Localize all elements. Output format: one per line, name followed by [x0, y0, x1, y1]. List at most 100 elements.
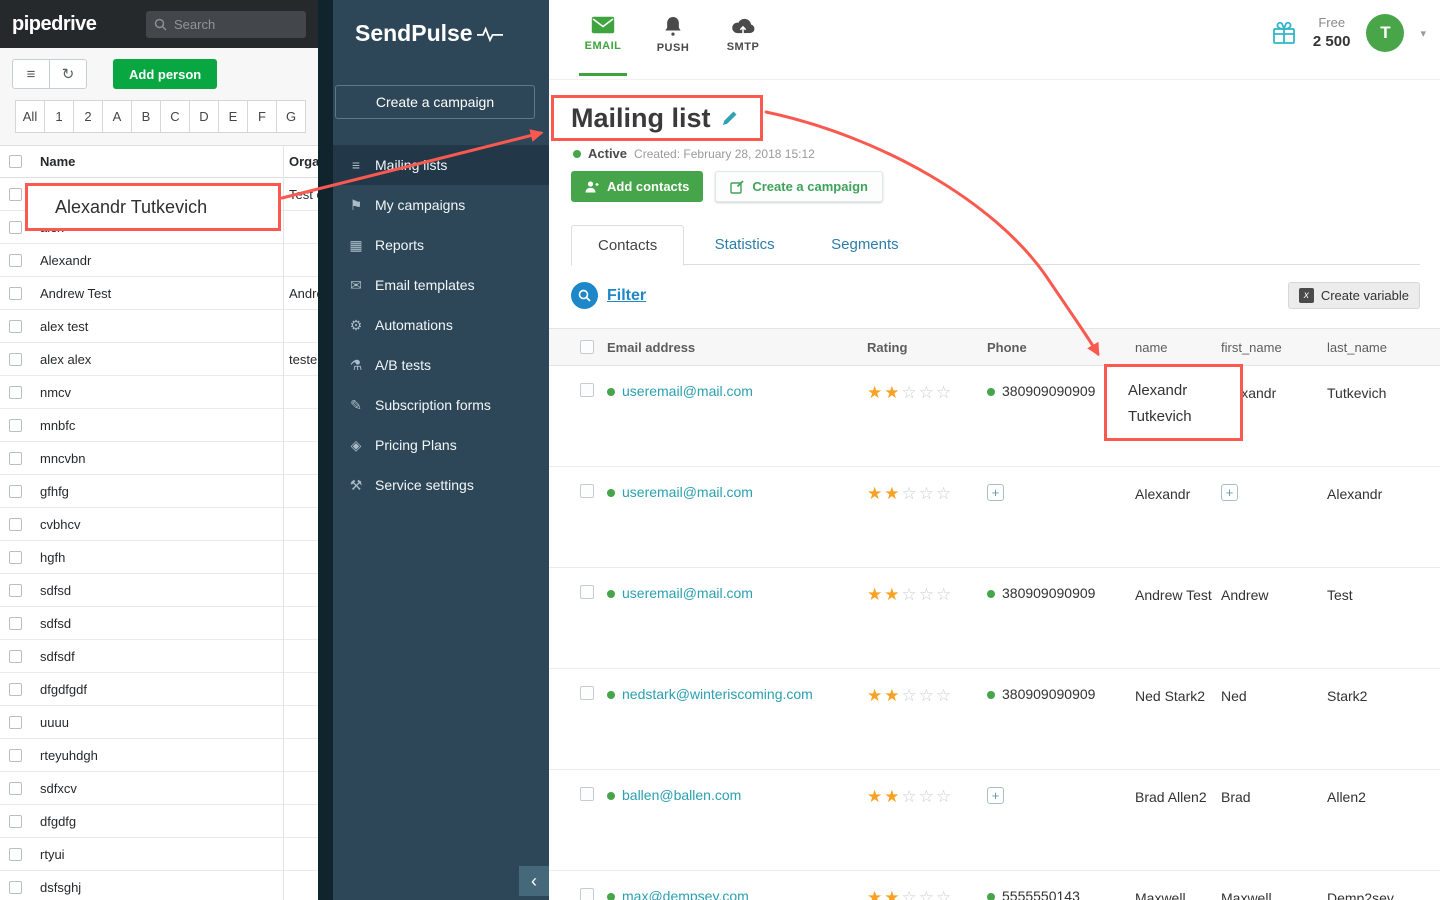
pipedrive-person-row[interactable]: hgfh — [0, 541, 318, 574]
person-name[interactable]: sdfsd — [40, 583, 71, 598]
create-campaign-button[interactable]: Create a campaign — [715, 171, 883, 202]
pipedrive-person-row[interactable]: sdfsd — [0, 574, 318, 607]
row-checkbox[interactable] — [580, 686, 594, 700]
person-name[interactable]: Andrew Test — [40, 286, 111, 301]
pipedrive-person-row[interactable]: rteyuhdgh — [0, 739, 318, 772]
pipedrive-filter-tab[interactable]: All — [15, 100, 45, 133]
pipedrive-filter-tab[interactable]: E — [218, 100, 248, 133]
row-checkbox[interactable] — [9, 418, 22, 432]
pipedrive-filter-tab[interactable]: B — [131, 100, 161, 133]
row-checkbox[interactable] — [9, 187, 22, 201]
pipedrive-person-row[interactable]: sdfsdf — [0, 640, 318, 673]
sidebar-item-subscription-forms[interactable]: ✎ Subscription forms — [333, 385, 549, 425]
person-name[interactable]: gfhfg — [40, 484, 69, 499]
edit-pencil-icon[interactable] — [721, 109, 739, 127]
pipedrive-person-row[interactable]: dfgdfgdf — [0, 673, 318, 706]
gift-icon[interactable] — [1271, 20, 1297, 46]
rating-stars[interactable]: ★★☆☆☆ — [867, 383, 953, 403]
tab-segments[interactable]: Segments — [805, 225, 925, 265]
person-name[interactable]: mncvbn — [40, 451, 86, 466]
list-view-button[interactable]: ≡ — [12, 59, 50, 89]
pipedrive-person-row[interactable]: Andrew Test Andre — [0, 277, 318, 310]
person-name[interactable]: sdfsd — [40, 616, 71, 631]
sidebar-item-service-settings[interactable]: ⚒ Service settings — [333, 465, 549, 505]
row-checkbox[interactable] — [580, 787, 594, 801]
select-all-checkbox[interactable] — [9, 155, 22, 168]
person-name[interactable]: mnbfc — [40, 418, 75, 433]
person-name[interactable]: cvbhcv — [40, 517, 80, 532]
row-checkbox[interactable] — [9, 748, 22, 762]
sidebar-item-pricing-plans[interactable]: ◈ Pricing Plans — [333, 425, 549, 465]
row-checkbox[interactable] — [580, 484, 594, 498]
select-all-checkbox[interactable] — [580, 340, 594, 354]
add-phone-button[interactable]: + — [987, 484, 1004, 501]
contact-email-link[interactable]: ballen@ballen.com — [622, 787, 741, 803]
rating-stars[interactable]: ★★☆☆☆ — [867, 585, 953, 605]
sidebar-item-a-b-tests[interactable]: ⚗ A/B tests — [333, 345, 549, 385]
filter-link[interactable]: Filter — [607, 287, 646, 305]
pipedrive-filter-tab[interactable]: D — [189, 100, 219, 133]
row-checkbox[interactable] — [9, 781, 22, 795]
create-variable-button[interactable]: x Create variable — [1287, 282, 1420, 309]
row-checkbox[interactable] — [9, 715, 22, 729]
sidebar-item-automations[interactable]: ⚙ Automations — [333, 305, 549, 345]
contact-email-link[interactable]: max@dempsey.com — [622, 888, 749, 900]
sidebar-item-my-campaigns[interactable]: ⚑ My campaigns — [333, 185, 549, 225]
add-first-name-button[interactable]: + — [1221, 484, 1238, 501]
row-checkbox[interactable] — [9, 649, 22, 663]
rating-stars[interactable]: ★★☆☆☆ — [867, 484, 953, 504]
person-name[interactable]: hgfh — [40, 550, 65, 565]
contact-email-link[interactable]: useremail@mail.com — [622, 585, 753, 601]
row-checkbox[interactable] — [9, 451, 22, 465]
person-name[interactable]: uuuu — [40, 715, 69, 730]
person-name[interactable]: dsfsghj — [40, 880, 81, 895]
pipedrive-filter-tab[interactable]: A — [102, 100, 132, 133]
pipedrive-person-row[interactable]: alex alex tester — [0, 343, 318, 376]
person-name[interactable]: alex alex — [40, 352, 91, 367]
row-checkbox[interactable] — [9, 682, 22, 696]
rating-stars[interactable]: ★★☆☆☆ — [867, 787, 953, 807]
pipedrive-person-row[interactable]: gfhfg — [0, 475, 318, 508]
row-checkbox[interactable] — [9, 286, 22, 300]
row-checkbox[interactable] — [9, 616, 22, 630]
person-name[interactable]: rtyui — [40, 847, 65, 862]
person-name[interactable]: dfgdfgdf — [40, 682, 87, 697]
row-checkbox[interactable] — [9, 814, 22, 828]
sidebar-item-email-templates[interactable]: ✉ Email templates — [333, 265, 549, 305]
person-name[interactable]: nmcv — [40, 385, 71, 400]
sidebar-create-campaign-button[interactable]: Create a campaign — [335, 85, 535, 119]
pipedrive-person-row[interactable]: cvbhcv — [0, 508, 318, 541]
add-phone-button[interactable]: + — [987, 787, 1004, 804]
refresh-button[interactable]: ↻ — [49, 59, 87, 89]
person-name[interactable]: dfgdfg — [40, 814, 76, 829]
pipedrive-person-row[interactable]: sdfxcv — [0, 772, 318, 805]
pipedrive-person-row[interactable]: uuuu — [0, 706, 318, 739]
sidebar-collapse-button[interactable]: ‹ — [519, 866, 549, 896]
tab-contacts[interactable]: Contacts — [571, 225, 685, 266]
pipedrive-person-row[interactable]: sdfsd — [0, 607, 318, 640]
person-name[interactable]: sdfxcv — [40, 781, 77, 796]
row-checkbox[interactable] — [9, 220, 22, 234]
row-checkbox[interactable] — [9, 352, 22, 366]
pipedrive-person-row[interactable]: alex test — [0, 310, 318, 343]
pipedrive-filter-tab[interactable]: F — [247, 100, 277, 133]
pipedrive-filter-tab[interactable]: C — [160, 100, 190, 133]
row-checkbox[interactable] — [9, 583, 22, 597]
rating-stars[interactable]: ★★☆☆☆ — [867, 686, 953, 706]
contact-email-link[interactable]: useremail@mail.com — [622, 383, 753, 399]
pipedrive-person-row[interactable]: rtyui — [0, 838, 318, 871]
contact-email-link[interactable]: nedstark@winteriscoming.com — [622, 686, 813, 702]
person-name[interactable]: rteyuhdgh — [40, 748, 98, 763]
row-checkbox[interactable] — [580, 383, 594, 397]
avatar[interactable]: T — [1366, 14, 1405, 52]
tab-email[interactable]: EMAIL — [577, 0, 629, 80]
pipedrive-person-row[interactable]: dfgdfg — [0, 805, 318, 838]
pipedrive-filter-tab[interactable]: G — [276, 100, 306, 133]
chevron-down-icon[interactable]: ▾ — [1420, 27, 1426, 40]
row-checkbox[interactable] — [9, 484, 22, 498]
sidebar-item-reports[interactable]: ▦ Reports — [333, 225, 549, 265]
pipedrive-person-row[interactable]: mncvbn — [0, 442, 318, 475]
person-name[interactable]: alex test — [40, 319, 88, 334]
tab-smtp[interactable]: SMTP — [717, 0, 769, 80]
row-checkbox[interactable] — [9, 880, 22, 894]
